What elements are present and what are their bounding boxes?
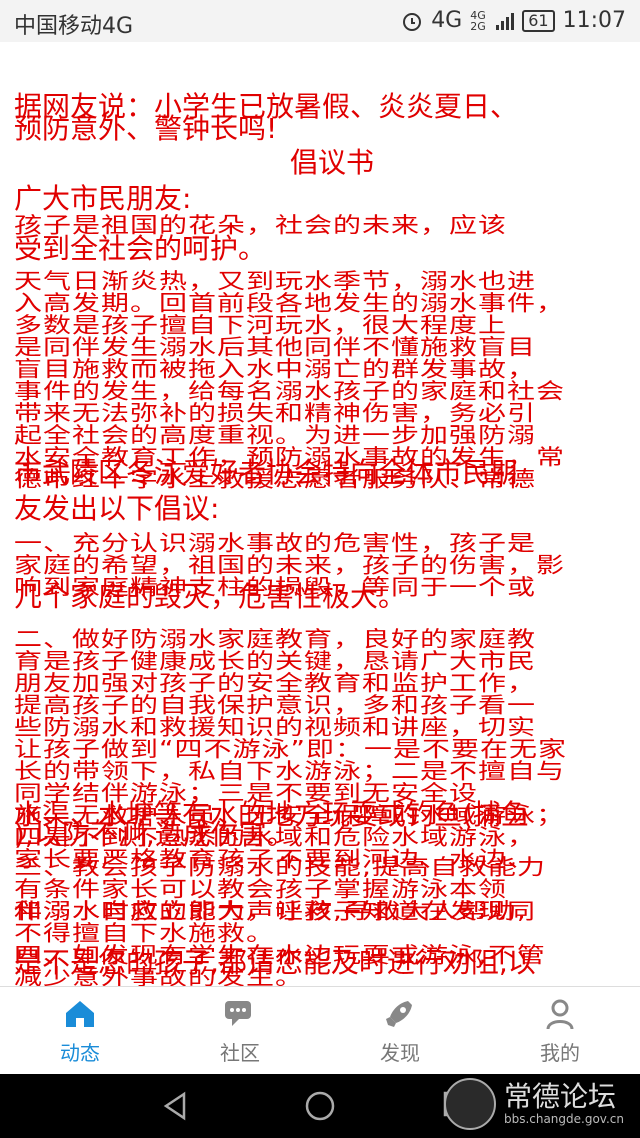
- forum-watermark: 常德论坛 bbs.changde.gov.cn: [443, 1078, 624, 1130]
- home-icon: [66, 1001, 94, 1027]
- article-content: 据网友说：小学生已放暑假、炎炎夏日、 预防意外、警钟长鸣! 倡议书 广大市民朋友…: [0, 42, 640, 986]
- forum-seal-logo: [443, 1078, 496, 1130]
- carrier-label: 中国移动4G: [14, 14, 134, 39]
- article-line: 预防意外、警钟长鸣!: [14, 112, 278, 145]
- chat-icon: [225, 1001, 251, 1026]
- watermark-title: 常德论坛: [503, 1080, 616, 1113]
- rocket-icon: [386, 1001, 412, 1027]
- back-icon[interactable]: [160, 1090, 192, 1122]
- tab-mine[interactable]: 我的: [480, 987, 640, 1075]
- tab-dynamics[interactable]: 动态: [0, 987, 160, 1075]
- clock: 11:07: [562, 8, 626, 33]
- article-line: ),以防不测,造成伤害。: [14, 818, 295, 851]
- user-icon: [546, 999, 574, 1030]
- alarm-icon: [403, 12, 422, 31]
- tab-label: 动态: [60, 1041, 100, 1065]
- status-icons: 4G 4G 2G 61 11:07: [401, 8, 626, 33]
- tab-label: 我的: [540, 1041, 580, 1065]
- article-line: 广大市民朋友:: [14, 182, 192, 215]
- network-type-small: 4G 2G: [470, 8, 486, 33]
- watermark-url: bbs.changde.gov.cn: [503, 1111, 624, 1126]
- tab-label: 发现: [380, 1041, 420, 1065]
- article-line: 几个家庭的毁灭，危害性极大。: [14, 580, 407, 613]
- status-bar: 中国移动4G 4G 4G 2G 61 11:07: [0, 0, 640, 42]
- article-line: 减少意外事故的发生。: [14, 964, 305, 986]
- tab-discover[interactable]: 发现: [320, 987, 480, 1075]
- battery-icon: 61: [522, 9, 555, 32]
- tab-label: 社区: [220, 1041, 260, 1065]
- home-nav-icon[interactable]: [304, 1090, 336, 1122]
- network-type: 4G: [431, 8, 463, 33]
- article-line: 友发出以下倡议:: [14, 492, 220, 525]
- bottom-tab-bar: 动态 社区 发现 我的: [0, 986, 640, 1075]
- article-line: 受到全社会的呵护。: [14, 232, 267, 265]
- article-title: 倡议书: [290, 146, 375, 179]
- article-line: 市武陵区冬泳爱好者协会特向全体市民朋: [14, 456, 519, 489]
- tab-community[interactable]: 社区: [160, 987, 320, 1075]
- signal-icon: [496, 12, 515, 30]
